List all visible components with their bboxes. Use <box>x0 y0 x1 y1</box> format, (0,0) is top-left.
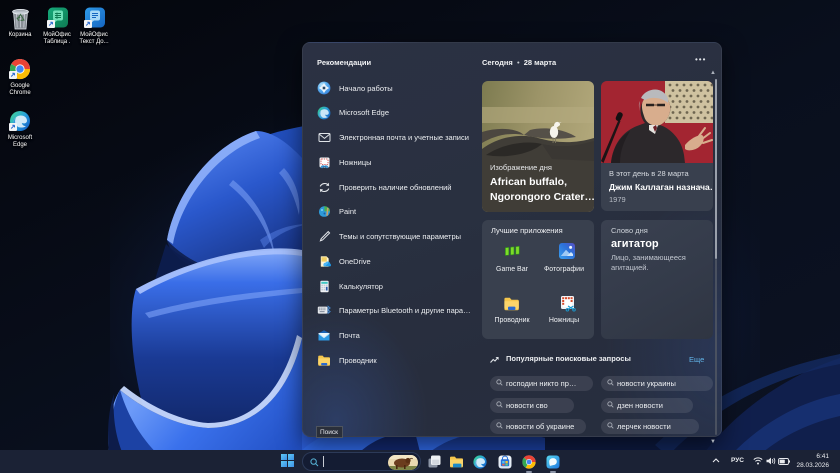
svg-text:African buffalo,: African buffalo, <box>490 176 567 188</box>
svg-text:Изображение дня: Изображение дня <box>490 163 552 172</box>
svg-text:Ngorongoro Crater…: Ngorongoro Crater… <box>490 191 594 203</box>
